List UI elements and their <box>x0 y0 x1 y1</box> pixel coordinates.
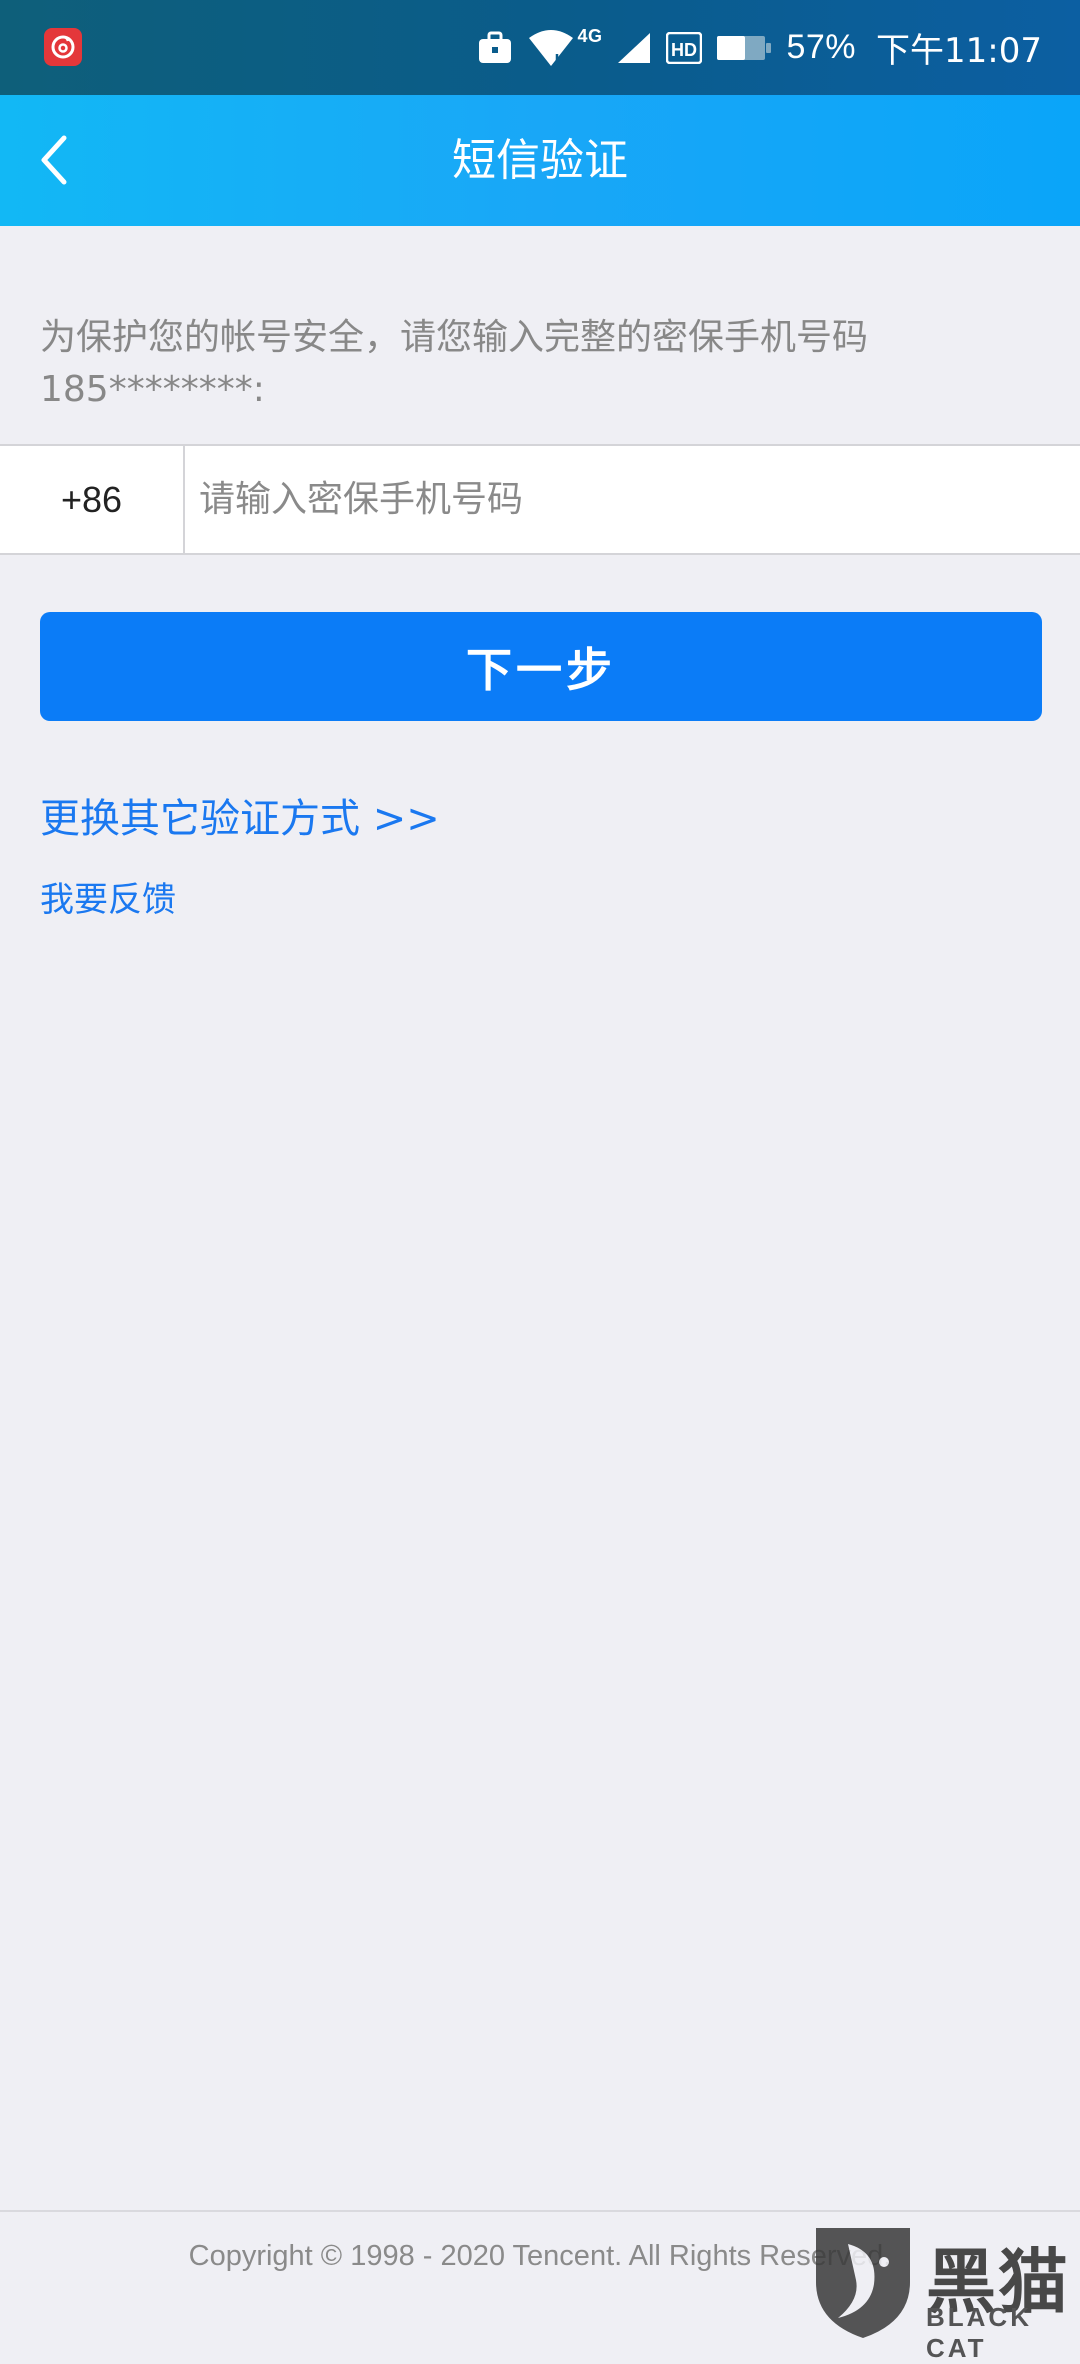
header-bar: 短信验证 <box>0 95 1080 226</box>
netease-music-icon <box>44 28 82 66</box>
cell-signal-icon <box>616 31 652 65</box>
black-cat-watermark: 黑猫 BLACK CAT <box>808 2222 1078 2363</box>
instruction-text: 为保护您的帐号安全，请您输入完整的密保手机号码185********: <box>40 317 869 410</box>
watermark-text-en: BLACK CAT <box>926 2302 1032 2363</box>
svg-text:HD: HD <box>671 40 697 60</box>
change-verification-method-link[interactable]: 更换其它验证方式 >> <box>40 786 440 844</box>
status-icons: 4G HD 57% 下午11:07 <box>477 0 1042 95</box>
battery-percent: 57% <box>786 28 857 66</box>
phone-number-input[interactable] <box>185 446 1080 553</box>
phone-input-row: +86 <box>0 444 1080 555</box>
next-step-button[interactable]: 下一步 <box>40 612 1042 721</box>
battery-icon <box>716 34 772 62</box>
status-bar: 4G HD 57% 下午11:07 <box>0 0 1080 95</box>
wifi-icon <box>527 28 575 68</box>
page-title: 短信验证 <box>452 135 628 186</box>
cat-shield-icon <box>816 2228 910 2338</box>
network-type-label: 4G <box>577 26 603 46</box>
feedback-link[interactable]: 我要反馈 <box>40 872 176 921</box>
hd-icon: HD <box>666 31 703 64</box>
briefcase-icon <box>477 31 513 65</box>
clock-time: 下午11:07 <box>876 31 1042 71</box>
country-code[interactable]: +86 <box>0 446 185 553</box>
footer-divider <box>0 2210 1080 2212</box>
